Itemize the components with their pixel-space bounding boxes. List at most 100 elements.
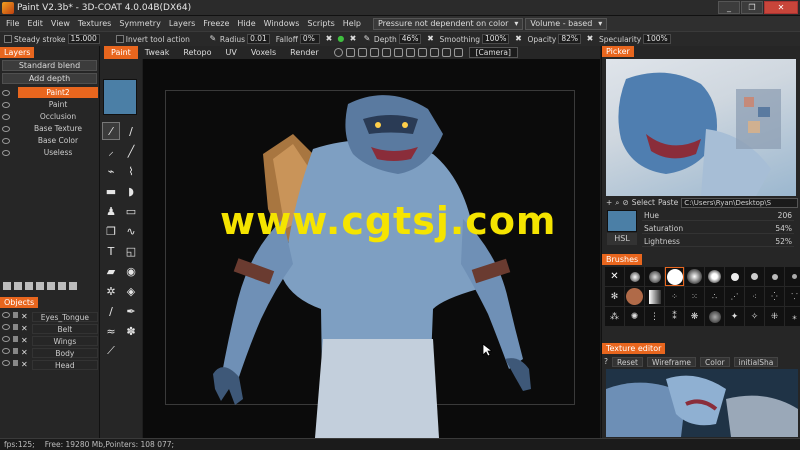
cancel-icon[interactable]: ⊘ [623,198,629,207]
specularity-input[interactable]: 100% [643,34,671,44]
bucket-tool-icon[interactable]: ◈ [122,282,140,300]
brush-item[interactable]: ∴ [705,287,724,306]
volume-select[interactable]: Volume - based ▾ [525,17,608,30]
brush-item[interactable] [625,267,644,286]
cube-icon[interactable] [405,48,415,57]
select-button[interactable]: Select [632,198,655,207]
merge-icon[interactable] [58,282,66,290]
menu-help[interactable]: Help [339,19,365,28]
shader-select[interactable]: initialSha [733,356,779,367]
menu-symmetry[interactable]: Symmetry [115,19,164,28]
brush-item[interactable] [785,267,800,286]
layer-item[interactable]: Occlusion [2,111,98,122]
character-model[interactable] [143,59,600,438]
eye-icon[interactable] [2,312,10,318]
steady-stroke-option[interactable]: Steady stroke 15.000 [2,34,102,44]
symmetry-icon[interactable] [357,48,367,57]
close-icon[interactable]: ✕ [21,360,28,369]
lock-icon[interactable] [13,312,18,318]
pen-pressure-icon[interactable]: ✎ [362,34,372,44]
blur-tool-icon[interactable]: ▬ [102,182,120,200]
brush-item[interactable] [625,287,644,306]
brush-item[interactable] [745,267,764,286]
delete-icon[interactable] [69,282,77,290]
minimize-button[interactable]: _ [718,1,740,14]
pencil-tool-icon[interactable]: ∕ [122,122,140,140]
smudge-tool-icon[interactable]: ⌁ [102,162,120,180]
gear-tool-icon[interactable]: ✲ [102,282,120,300]
opacity-option[interactable]: Opacity 82% [525,34,583,44]
green-dot-icon[interactable]: ● [336,34,346,44]
brush-item[interactable]: ✦ [725,307,744,326]
menu-freeze[interactable]: Freeze [199,19,233,28]
opacity-input[interactable]: 82% [558,34,581,44]
brush-item[interactable] [665,267,684,286]
current-color-swatch[interactable] [607,210,637,232]
brush-item[interactable]: ✺ [625,307,644,326]
brush-item[interactable] [725,267,744,286]
eye-icon[interactable] [2,101,10,108]
object-item[interactable]: ✕ Body [2,347,98,358]
eye-icon[interactable] [2,348,10,354]
shading-icon[interactable] [417,48,427,57]
brush-item[interactable]: ⁙ [685,287,704,306]
arrow-up-icon[interactable] [36,282,44,290]
picker-tab[interactable]: Picker [602,46,634,57]
brush-item[interactable] [705,267,724,286]
objects-tab[interactable]: Objects [0,297,39,308]
depth-input[interactable]: 46% [398,34,422,44]
lightness-slider[interactable]: Lightness 52% [642,236,794,247]
brush-item[interactable]: ⸪ [785,287,800,306]
brush-item[interactable]: ⋮ [645,307,664,326]
ruler-tool-icon[interactable]: ⟋ [102,342,120,360]
steady-stroke-input[interactable]: 15.000 [67,34,100,44]
menu-layers[interactable]: Layers [165,19,199,28]
marker-tool-icon[interactable]: ▰ [102,262,120,280]
menu-edit[interactable]: Edit [23,19,47,28]
cross-icon-4[interactable]: ✖ [513,34,523,44]
lock-icon[interactable] [13,336,18,342]
grid-icon[interactable] [345,48,355,57]
brush-item[interactable]: ⁘ [665,287,684,306]
object-item[interactable]: ✕ Eyes_Tongue [2,311,98,322]
eye-icon[interactable] [2,360,10,366]
fill-tool-icon[interactable]: ⌇ [122,162,140,180]
blend-mode-select[interactable]: Standard blend [2,60,97,71]
layer-item[interactable]: Base Texture [2,123,98,134]
search-icon[interactable]: ⌕ [615,198,619,208]
uv-texture-preview[interactable] [606,369,798,437]
lock-icon[interactable] [13,360,18,366]
wireframe-button[interactable]: Wireframe [646,356,697,367]
radius-input[interactable]: 0.01 [247,34,270,44]
cross-icon[interactable]: ✖ [324,34,334,44]
cross-icon-5[interactable]: ✖ [585,34,595,44]
eye-icon[interactable] [2,137,10,144]
invert-option[interactable]: Invert tool action [114,35,192,44]
eye-icon[interactable] [2,149,10,156]
3d-viewport[interactable]: www.cgtsj.com [143,59,600,438]
menu-view[interactable]: View [47,19,74,28]
close-icon[interactable]: ✕ [21,324,28,333]
menu-file[interactable]: File [2,19,23,28]
brush-item[interactable]: ✻ [605,287,624,306]
menu-hide[interactable]: Hide [233,19,259,28]
frame-tool-icon[interactable]: ◱ [122,242,140,260]
copy-tool-icon[interactable]: ❐ [102,222,120,240]
brush-item[interactable] [645,267,664,286]
brush-item[interactable]: ⁛ [765,287,784,306]
menu-scripts[interactable]: Scripts [303,19,338,28]
object-item[interactable]: ✕ Belt [2,323,98,334]
pen-pressure-icon[interactable]: ✎ [208,34,218,44]
falloff-input[interactable]: 0% [299,34,320,44]
line-tool-icon[interactable]: ╱ [122,142,140,160]
dropper-tool-icon[interactable]: ∕ [102,302,120,320]
invert-checkbox[interactable] [115,35,124,43]
airbrush-tool-icon[interactable]: ⸝ [102,142,120,160]
depth-option[interactable]: ✎ Depth 46% [360,34,424,44]
brush-item[interactable]: ⋰ [725,287,744,306]
pan-icon[interactable] [369,48,379,57]
cross-icon-2[interactable]: ✖ [348,34,358,44]
picker-reference-image[interactable] [606,59,796,196]
reset-button[interactable]: Reset [611,356,643,367]
menu-windows[interactable]: Windows [260,19,304,28]
